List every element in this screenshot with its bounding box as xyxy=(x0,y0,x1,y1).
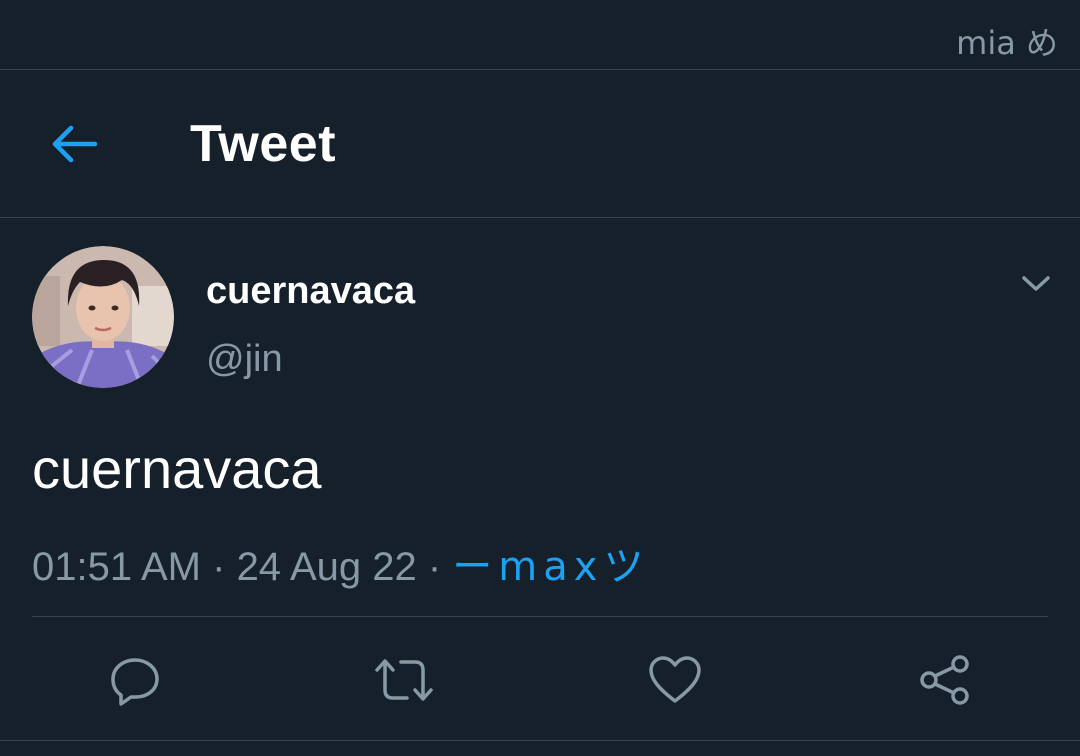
share-icon xyxy=(920,655,969,705)
profile-photo xyxy=(32,246,174,388)
share-button[interactable] xyxy=(913,648,977,712)
tweet-time: 01:51 AM xyxy=(32,545,202,589)
bottom-divider xyxy=(0,740,1080,741)
status-bar-text: mia め xyxy=(956,24,1058,62)
tweet: cuernavaca @jin cuernavaca 01:51 AM · 24… xyxy=(0,218,1080,756)
reply-icon xyxy=(111,658,159,706)
meta-separator: · xyxy=(416,545,453,589)
avatar[interactable] xyxy=(32,246,174,388)
tweet-date: 24 Aug 22 xyxy=(236,545,417,589)
tweet-actions xyxy=(0,618,1080,738)
tweet-meta: 01:51 AM · 24 Aug 22 · ーmaxツ xyxy=(32,534,649,592)
divider xyxy=(32,616,1048,617)
arrow-left-icon xyxy=(52,125,97,163)
display-name[interactable]: cuernavaca xyxy=(206,270,415,313)
reply-button[interactable] xyxy=(103,648,167,712)
retweet-button[interactable] xyxy=(372,648,436,712)
tweet-detail-screen: mia め Tweet cuernavaca @jin cuernavaca 0… xyxy=(0,0,1080,756)
retweet-icon xyxy=(375,659,433,701)
page-title: Tweet xyxy=(190,115,337,173)
status-bar: mia め xyxy=(0,0,1080,70)
tweet-text: cuernavaca xyxy=(32,437,322,500)
meta-separator: · xyxy=(201,545,237,589)
more-options-button[interactable] xyxy=(1008,264,1064,304)
tweet-source-link[interactable]: ーmaxツ xyxy=(452,544,649,590)
user-handle[interactable]: @jin xyxy=(206,338,283,381)
app-header: Tweet xyxy=(0,70,1080,218)
back-button[interactable] xyxy=(40,110,108,178)
like-button[interactable] xyxy=(643,648,707,712)
heart-icon xyxy=(649,656,701,703)
chevron-down-icon xyxy=(1022,276,1050,291)
